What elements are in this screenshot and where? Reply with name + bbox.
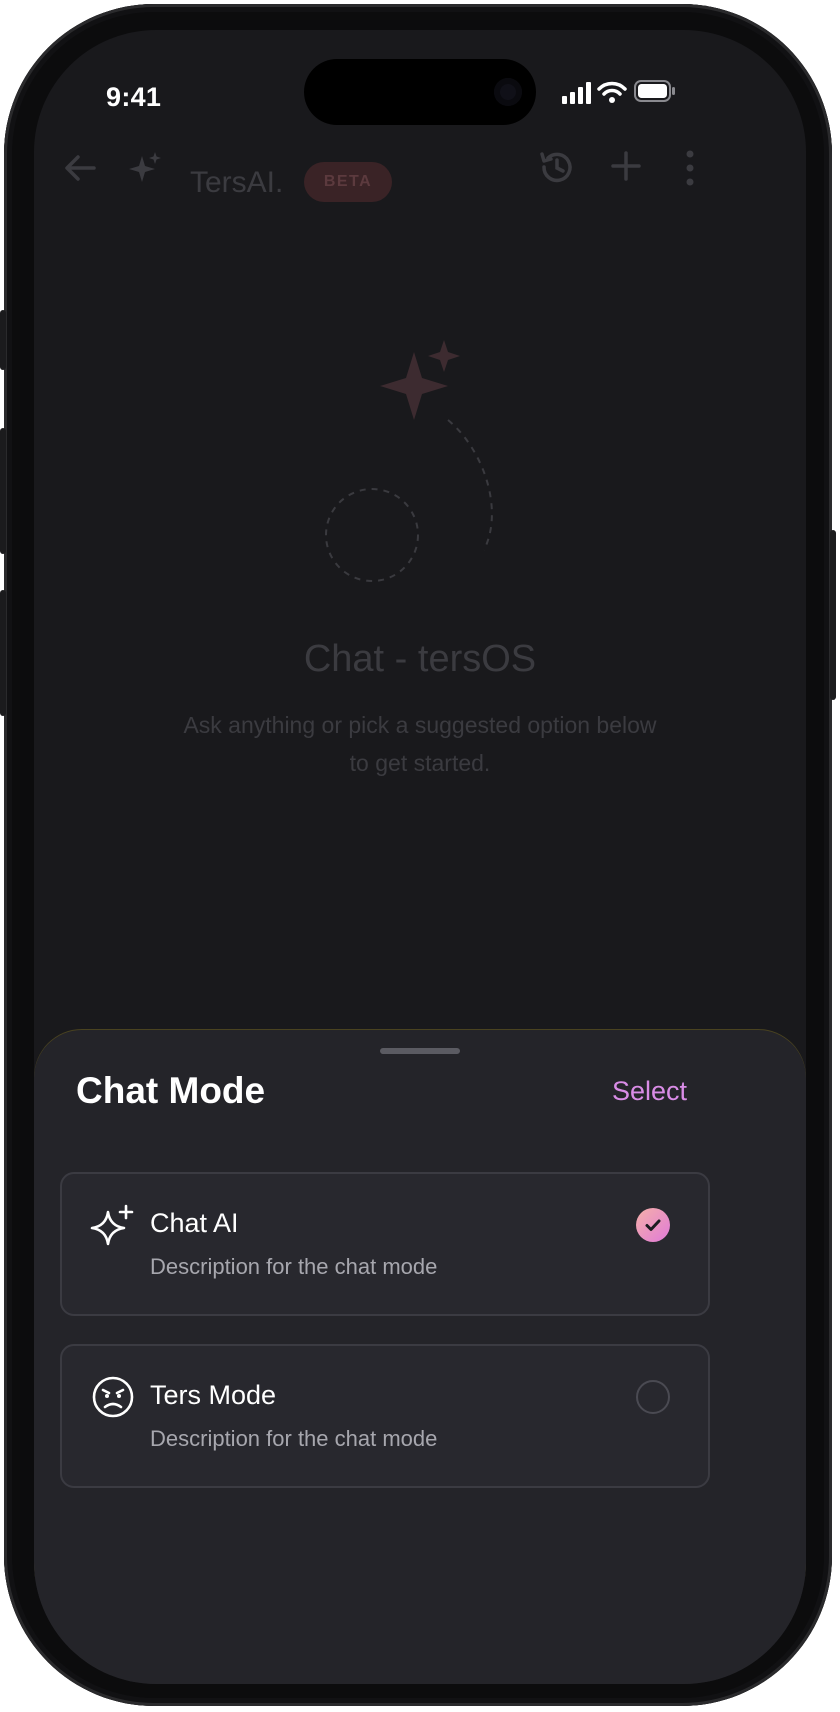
mode-option-ters-mode[interactable]: Ters Mode Description for the chat mode bbox=[60, 1344, 710, 1488]
volume-down-button bbox=[0, 590, 6, 716]
beta-badge: BETA bbox=[304, 162, 392, 202]
sheet-grabber[interactable] bbox=[380, 1048, 460, 1054]
camera bbox=[494, 78, 522, 106]
power-button bbox=[830, 530, 836, 700]
new-chat-plus-icon[interactable] bbox=[608, 148, 644, 184]
subtitle-line-1: Ask anything or pick a suggested option … bbox=[183, 712, 657, 738]
option-title: Chat AI bbox=[150, 1208, 239, 1238]
option-description: Description for the chat mode bbox=[150, 1254, 438, 1279]
cellular-signal-icon bbox=[562, 82, 591, 104]
subtitle-line-2: to get started. bbox=[349, 750, 491, 776]
option-title: Ters Mode bbox=[150, 1380, 277, 1410]
volume-up-button bbox=[0, 428, 6, 554]
status-time: 9:41 bbox=[106, 82, 162, 112]
more-options-icon[interactable] bbox=[680, 148, 700, 188]
checkmark-icon bbox=[645, 1219, 661, 1231]
select-button[interactable]: Select bbox=[612, 1076, 687, 1107]
history-icon[interactable] bbox=[536, 146, 578, 188]
empty-state-subtitle: Ask anything or pick a suggested option … bbox=[124, 706, 716, 782]
option-description: Description for the chat mode bbox=[150, 1426, 438, 1451]
wifi-icon bbox=[597, 81, 627, 103]
action-button bbox=[0, 310, 6, 370]
radio-selected[interactable] bbox=[636, 1208, 670, 1242]
empty-state-illustration bbox=[325, 340, 493, 582]
radio-unselected[interactable] bbox=[636, 1380, 670, 1414]
mode-option-chat-ai[interactable]: Chat AI Description for the chat mode bbox=[60, 1172, 710, 1316]
sheet-title: Chat Mode bbox=[76, 1070, 266, 1111]
empty-state-title: Chat - tersOS bbox=[303, 638, 537, 680]
angry-face-icon bbox=[92, 1376, 134, 1418]
battery-icon bbox=[634, 80, 675, 102]
back-arrow-icon[interactable] bbox=[60, 148, 100, 188]
sparkle-plus-icon bbox=[90, 1204, 134, 1246]
screen: 9:41 TersAI. BETA Chat - tersOS Ask anyt… bbox=[34, 30, 806, 1684]
sparkle-icon bbox=[129, 152, 161, 182]
app-title: TersAI. bbox=[190, 166, 284, 199]
